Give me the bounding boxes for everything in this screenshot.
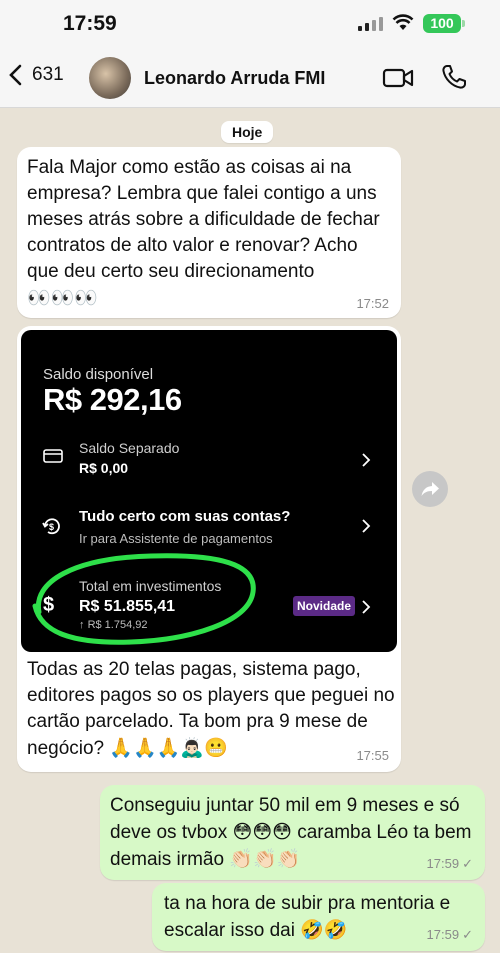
back-button[interactable]: 631 xyxy=(8,64,64,86)
message-emojis-inline: 😳😳😳 xyxy=(232,821,292,843)
message-emojis: 🤣🤣 xyxy=(300,919,348,941)
delivered-check-icon: ✓ xyxy=(462,856,473,871)
message-status: 17:59 ✓ xyxy=(427,927,473,943)
message-outgoing[interactable]: ta na hora de subir pra mentoria e escal… xyxy=(152,883,485,951)
contact-name[interactable]: Leonardo Arruda FMI xyxy=(144,68,325,89)
message-outgoing[interactable]: Conseguiu juntar 50 mil em 9 meses e só … xyxy=(100,785,485,880)
status-time: 17:59 xyxy=(63,12,117,35)
message-status: 17:59 ✓ xyxy=(427,856,473,872)
message-emojis: 👏🏻👏🏻👏🏻 xyxy=(229,848,301,870)
avatar[interactable] xyxy=(89,57,131,99)
chat-header: 631 Leonardo Arruda FMI xyxy=(0,50,500,108)
message-time: 17:55 xyxy=(356,748,389,763)
phone-call-icon[interactable] xyxy=(441,64,467,90)
status-bar: 17:59 100 xyxy=(0,0,500,50)
wifi-icon xyxy=(392,14,414,30)
message-time: 17:52 xyxy=(356,296,389,311)
message-emojis: 👀👀👀 xyxy=(27,287,98,309)
message-body: Fala Major como estão as coisas ai na em… xyxy=(27,157,380,282)
delivered-check-icon: ✓ xyxy=(462,927,473,942)
cellular-signal-icon xyxy=(358,16,383,31)
message-time: 17:59 xyxy=(426,856,460,871)
bank-screenshot-image[interactable]: Saldo disponível R$ 292,16 Saldo Separad… xyxy=(21,330,397,652)
date-chip: Hoje xyxy=(221,121,274,143)
forward-button[interactable] xyxy=(412,471,448,507)
highlight-circle xyxy=(32,553,256,645)
message-incoming[interactable]: Fala Major como estão as coisas ai na em… xyxy=(17,147,401,318)
chevron-left-icon xyxy=(9,64,22,86)
battery-icon: 100 xyxy=(423,14,465,33)
unread-count: 631 xyxy=(32,64,64,85)
message-emojis: 🙏🙏🙏🙇🏻‍♂️😬 xyxy=(109,737,228,759)
message-incoming-image[interactable]: Saldo disponível R$ 292,16 Saldo Separad… xyxy=(17,326,401,772)
message-time: 17:59 xyxy=(426,927,460,942)
video-call-icon[interactable] xyxy=(382,66,414,90)
message-text: Conseguiu juntar 50 mil em 9 meses e só … xyxy=(110,793,480,873)
message-text: Fala Major como estão as coisas ai na em… xyxy=(27,155,392,312)
forward-arrow-icon xyxy=(421,482,439,496)
message-text: Todas as 20 telas pagas, sistema pago, e… xyxy=(27,657,397,762)
